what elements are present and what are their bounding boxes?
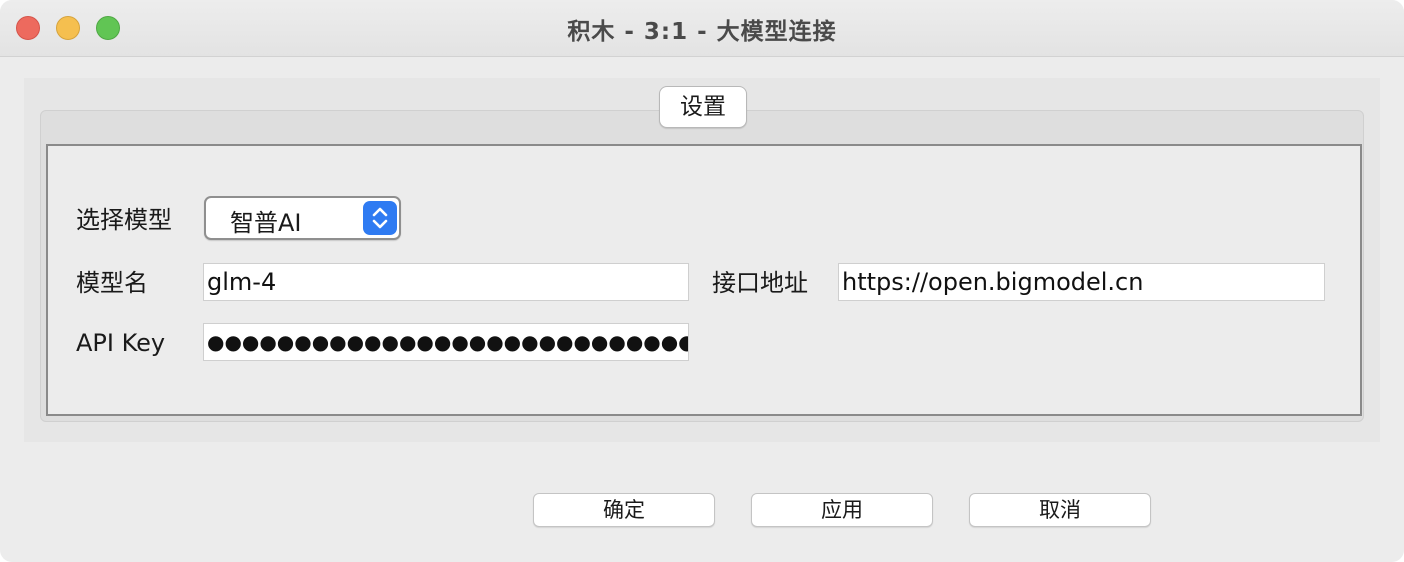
chevron-up-down-icon	[363, 201, 397, 235]
tab-settings[interactable]: 设置	[659, 86, 747, 128]
apply-button[interactable]: 应用	[751, 493, 933, 527]
model-select[interactable]: 智普AI	[204, 196, 401, 240]
model-name-label: 模型名	[76, 269, 148, 297]
endpoint-field[interactable]: https://open.bigmodel.cn	[838, 263, 1325, 301]
model-select-value: 智普AI	[230, 209, 302, 237]
model-name-field[interactable]: glm-4	[203, 263, 689, 301]
api-key-field[interactable]: ●●●●●●●●●●●●●●●●●●●●●●●●●●●●●●	[203, 323, 689, 361]
cancel-button[interactable]: 取消	[969, 493, 1151, 527]
dialog-window: 积木 - 3:1 - 大模型连接 设置 选择模型 智普AI 模型名 glm-4 …	[0, 0, 1404, 562]
endpoint-label: 接口地址	[712, 269, 808, 297]
api-key-label: API Key	[76, 329, 166, 357]
window-title: 积木 - 3:1 - 大模型连接	[567, 19, 837, 45]
ok-button[interactable]: 确定	[533, 493, 715, 527]
model-select-label: 选择模型	[76, 206, 172, 234]
title-bar[interactable]: 积木 - 3:1 - 大模型连接	[0, 0, 1404, 57]
